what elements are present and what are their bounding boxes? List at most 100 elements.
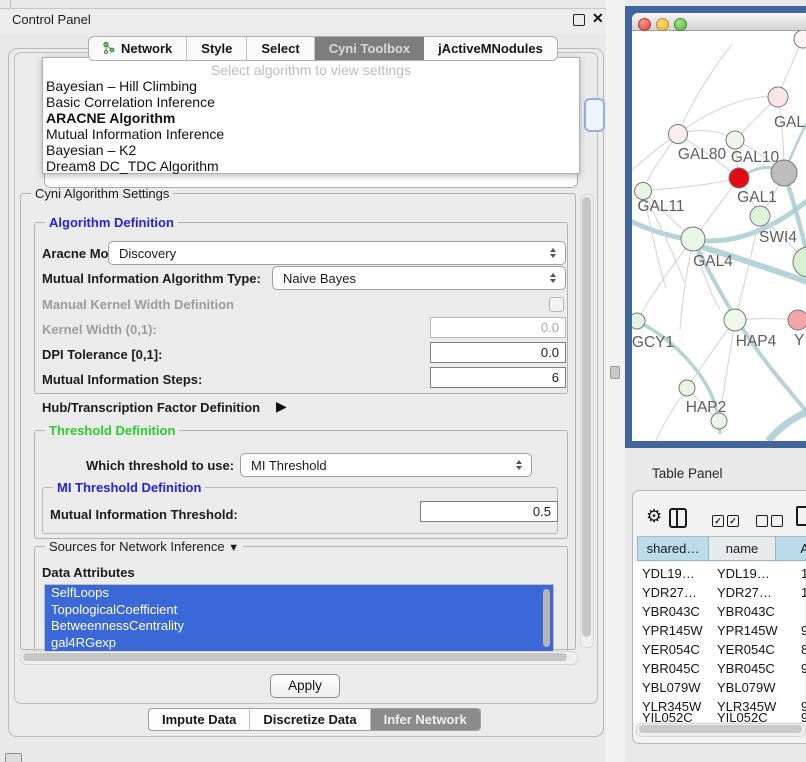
node-gal-partial[interactable] [768, 87, 788, 107]
manual-kernel-checkbox[interactable] [549, 297, 564, 312]
app-root: Control Panel ✕ Network Style Select Cyn… [0, 0, 806, 762]
algorithm-popup: Select algorithm to view settings Bayesi… [42, 57, 580, 174]
apply-button[interactable]: Apply [270, 674, 340, 698]
algorithm-option-basic-correlation[interactable]: Basic Correlation Inference [46, 94, 566, 110]
node-gcy1[interactable] [632, 313, 645, 329]
table-row-clipped[interactable]: YIL052C YIL052C 9 [637, 713, 806, 722]
label-gcy1: GCY1 [632, 334, 674, 351]
aracne-mode-value: Discovery [109, 246, 546, 261]
network-canvas[interactable]: GAL GAL80 GAL10 GAL1 GAL11 SWI4 GAL4 GCY… [632, 30, 806, 441]
table-row[interactable]: YPR145W YPR145W 9. [637, 621, 806, 640]
list-item-topologicalcoefficient[interactable]: TopologicalCoefficient [45, 602, 553, 619]
algorithm-option-dream8[interactable]: Dream8 DC_TDC Algorithm [46, 158, 566, 174]
cell: 13 [783, 566, 806, 581]
mi-steps-label: Mutual Information Steps: [42, 372, 202, 387]
control-panel-title: Control Panel [12, 12, 91, 27]
table-hscroll-thumb[interactable] [639, 725, 802, 733]
table-row[interactable]: YER054C YER054C 8. [637, 640, 806, 659]
hub-expand-arrow-icon[interactable]: ▶ [276, 398, 287, 415]
algorithm-option-mutual-information[interactable]: Mutual Information Inference [46, 126, 566, 142]
select-all-checkboxes-icon[interactable]: ✓✓ [712, 512, 742, 527]
mi-type-value: Naive Bayes [273, 271, 546, 286]
node-unlabeled-top[interactable] [794, 30, 806, 48]
gear-icon[interactable]: ⚙ [646, 506, 662, 527]
mi-threshold-field[interactable]: 0.5 [420, 501, 558, 522]
cell: YPR145W [637, 623, 712, 638]
node-gal11[interactable] [635, 183, 652, 200]
cell: YDL19… [712, 566, 783, 581]
tab-cyni-toolbox[interactable]: Cyni Toolbox [315, 37, 424, 60]
cell: YDL19… [637, 566, 712, 581]
cell: YBL079W [637, 680, 712, 695]
columns-icon[interactable] [669, 508, 687, 528]
sources-group-title: Sources for Network Inference ▼ [45, 539, 243, 554]
mi-type-combo[interactable]: Naive Bayes [272, 266, 566, 290]
tab-infer-network[interactable]: Infer Network [371, 709, 480, 730]
kernel-width-field[interactable]: 0.0 [430, 317, 566, 338]
cell: 9 [783, 713, 806, 722]
network-window-titlebar[interactable] [632, 13, 806, 31]
settings-vscroll-thumb[interactable] [582, 197, 591, 637]
column-header-shared-name[interactable]: shared… [637, 536, 709, 561]
cell: YER054C [712, 642, 783, 657]
node-hap4[interactable] [724, 309, 746, 331]
tab-select[interactable]: Select [247, 37, 314, 60]
settings-hscroll-thumb[interactable] [23, 653, 567, 661]
panel-splitter[interactable] [606, 0, 625, 762]
tab-discretize-data[interactable]: Discretize Data [250, 709, 370, 730]
table-row[interactable]: YBR045C YBR045C 9. [637, 659, 806, 678]
table-panel-title: Table Panel [652, 466, 723, 481]
list-item-selfloops[interactable]: SelfLoops [45, 585, 553, 602]
tab-cyni-toolbox-label: Cyni Toolbox [329, 41, 410, 56]
table-row[interactable]: YBR043C YBR043C [637, 602, 806, 621]
node-hap2[interactable] [679, 380, 695, 396]
mi-threshold-label: Mutual Information Threshold: [50, 507, 238, 522]
node-gal4[interactable] [681, 227, 705, 251]
network-window: GAL GAL80 GAL10 GAL1 GAL11 SWI4 GAL4 GCY… [632, 13, 806, 441]
sources-collapse-arrow-icon[interactable]: ▼ [228, 542, 239, 554]
label-swi4: SWI4 [759, 229, 797, 246]
which-threshold-combo[interactable]: MI Threshold [240, 453, 532, 477]
aracne-mode-combo[interactable]: Discovery [108, 241, 566, 265]
cell: YIL052C [637, 713, 712, 722]
node-gal10[interactable] [726, 131, 744, 149]
list-item-betweennesscentrality[interactable]: BetweennessCentrality [45, 618, 553, 635]
list-scrollbar-thumb[interactable] [543, 589, 550, 647]
table-row[interactable]: YDL19… YDL19… 13 [637, 564, 806, 583]
table-row[interactable]: YBL079W YBL079W [637, 678, 806, 697]
dpi-tolerance-field[interactable]: 0.0 [430, 342, 566, 363]
unchecked-box-icon [756, 515, 768, 527]
algorithm-option-bayesian-hill-climbing[interactable]: Bayesian – Hill Climbing [46, 78, 566, 94]
top-divider [10, 0, 11, 8]
table-row[interactable]: YDR27… YDR27… 12 [637, 583, 806, 602]
cell: 9. [783, 623, 806, 638]
mi-steps-field[interactable]: 6 [430, 367, 566, 388]
tab-impute-data[interactable]: Impute Data [149, 709, 250, 730]
list-item-gal4rgexp[interactable]: gal4RGexp [45, 635, 553, 652]
document-icon[interactable] [796, 506, 806, 526]
splitter-handle[interactable] [610, 366, 620, 379]
algorithm-option-aracne[interactable]: ARACNE Algorithm [46, 110, 566, 126]
cell: 8. [783, 642, 806, 657]
tab-jactivemnodules[interactable]: jActiveMNodules [424, 37, 557, 60]
node-salmon[interactable] [788, 310, 806, 330]
control-panel-tabs: Network Style Select Cyni Toolbox jActiv… [88, 36, 558, 61]
node-swi4[interactable] [750, 206, 770, 226]
tab-style[interactable]: Style [187, 37, 247, 60]
tab-jactivemnodules-label: jActiveMNodules [438, 41, 543, 56]
label-gal4: GAL4 [693, 253, 733, 270]
column-header-partial[interactable]: A [776, 536, 806, 561]
close-icon[interactable]: ✕ [592, 10, 604, 27]
algorithm-option-bayesian-k2[interactable]: Bayesian – K2 [46, 142, 566, 158]
cell: YPR145W [712, 623, 783, 638]
float-window-icon[interactable] [573, 14, 585, 26]
deselect-all-checkboxes-icon[interactable] [756, 512, 786, 527]
checked-box-icon: ✓ [712, 515, 724, 527]
node-gal1[interactable] [729, 168, 749, 188]
tab-network[interactable]: Network [89, 37, 187, 60]
column-header-name[interactable]: name [709, 536, 776, 561]
node-gal80[interactable] [669, 125, 688, 144]
docked-panel-icon[interactable] [5, 753, 22, 762]
node-large-green[interactable] [793, 247, 806, 277]
cell: YBR045C [712, 661, 783, 676]
